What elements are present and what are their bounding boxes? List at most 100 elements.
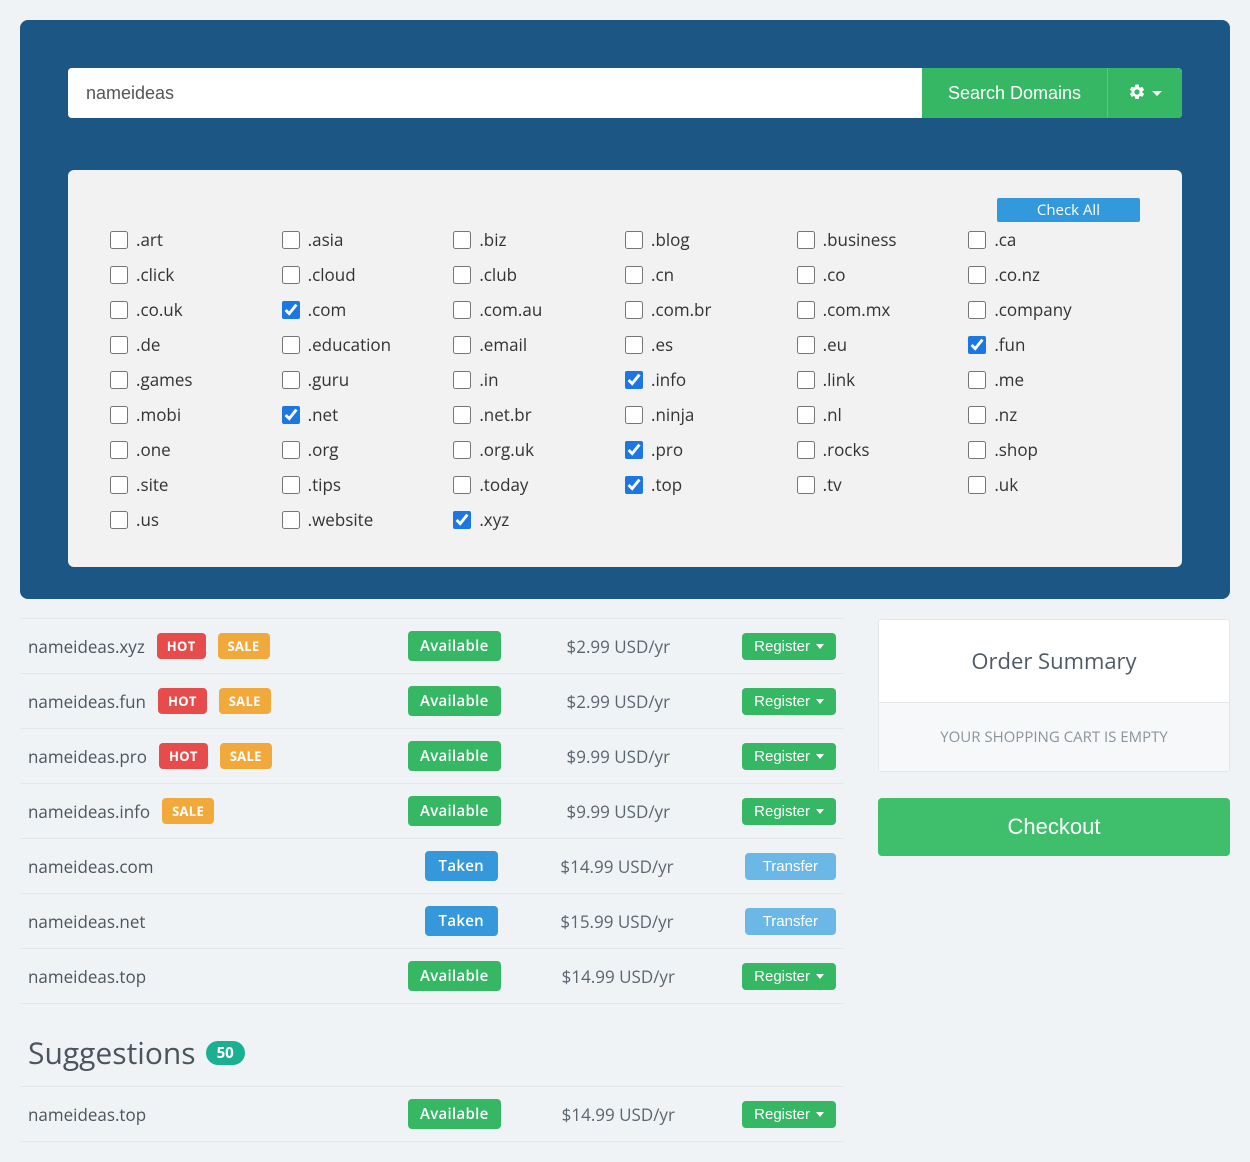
- tld-item[interactable]: .co: [797, 263, 969, 286]
- tld-checkbox[interactable]: [453, 511, 471, 529]
- tld-item[interactable]: .company: [968, 298, 1140, 321]
- tld-item[interactable]: .education: [282, 333, 454, 356]
- tld-checkbox[interactable]: [625, 266, 643, 284]
- tld-checkbox[interactable]: [968, 266, 986, 284]
- tld-item[interactable]: .ca: [968, 228, 1140, 251]
- tld-item[interactable]: .es: [625, 333, 797, 356]
- tld-item[interactable]: .fun: [968, 333, 1140, 356]
- tld-checkbox[interactable]: [797, 266, 815, 284]
- tld-item[interactable]: .business: [797, 228, 969, 251]
- tld-checkbox[interactable]: [453, 441, 471, 459]
- tld-item[interactable]: .nz: [968, 403, 1140, 426]
- tld-item[interactable]: .click: [110, 263, 282, 286]
- checkout-button[interactable]: Checkout: [878, 798, 1230, 856]
- tld-item[interactable]: .cn: [625, 263, 797, 286]
- tld-item[interactable]: .de: [110, 333, 282, 356]
- register-button[interactable]: Register: [742, 798, 836, 825]
- tld-item[interactable]: .info: [625, 368, 797, 391]
- tld-item[interactable]: .us: [110, 508, 282, 531]
- tld-checkbox[interactable]: [453, 301, 471, 319]
- tld-item[interactable]: .today: [453, 473, 625, 496]
- tld-item[interactable]: .blog: [625, 228, 797, 251]
- tld-checkbox[interactable]: [282, 231, 300, 249]
- tld-checkbox[interactable]: [797, 301, 815, 319]
- tld-checkbox[interactable]: [110, 301, 128, 319]
- tld-checkbox[interactable]: [453, 266, 471, 284]
- tld-item[interactable]: .xyz: [453, 508, 625, 531]
- check-all-button[interactable]: Check All: [997, 198, 1140, 222]
- tld-checkbox[interactable]: [282, 336, 300, 354]
- tld-item[interactable]: .rocks: [797, 438, 969, 461]
- tld-checkbox[interactable]: [282, 301, 300, 319]
- tld-checkbox[interactable]: [282, 266, 300, 284]
- tld-checkbox[interactable]: [453, 231, 471, 249]
- tld-checkbox[interactable]: [625, 231, 643, 249]
- tld-checkbox[interactable]: [625, 441, 643, 459]
- tld-item[interactable]: .email: [453, 333, 625, 356]
- tld-checkbox[interactable]: [282, 406, 300, 424]
- tld-checkbox[interactable]: [625, 371, 643, 389]
- tld-checkbox[interactable]: [282, 511, 300, 529]
- tld-checkbox[interactable]: [282, 476, 300, 494]
- tld-checkbox[interactable]: [110, 511, 128, 529]
- tld-checkbox[interactable]: [453, 476, 471, 494]
- tld-item[interactable]: .guru: [282, 368, 454, 391]
- tld-item[interactable]: .com.mx: [797, 298, 969, 321]
- tld-checkbox[interactable]: [110, 266, 128, 284]
- tld-checkbox[interactable]: [453, 371, 471, 389]
- tld-item[interactable]: .cloud: [282, 263, 454, 286]
- tld-checkbox[interactable]: [110, 406, 128, 424]
- register-button[interactable]: Register: [742, 633, 836, 660]
- tld-item[interactable]: .in: [453, 368, 625, 391]
- tld-checkbox[interactable]: [968, 231, 986, 249]
- tld-checkbox[interactable]: [968, 301, 986, 319]
- tld-item[interactable]: .pro: [625, 438, 797, 461]
- register-button[interactable]: Register: [742, 688, 836, 715]
- tld-item[interactable]: .nl: [797, 403, 969, 426]
- tld-checkbox[interactable]: [625, 336, 643, 354]
- tld-item[interactable]: .com: [282, 298, 454, 321]
- tld-checkbox[interactable]: [797, 441, 815, 459]
- search-domains-button[interactable]: Search Domains: [922, 68, 1107, 118]
- tld-checkbox[interactable]: [968, 371, 986, 389]
- tld-item[interactable]: .website: [282, 508, 454, 531]
- tld-checkbox[interactable]: [110, 231, 128, 249]
- tld-checkbox[interactable]: [453, 336, 471, 354]
- tld-checkbox[interactable]: [968, 406, 986, 424]
- tld-item[interactable]: .uk: [968, 473, 1140, 496]
- register-button[interactable]: Register: [742, 743, 836, 770]
- tld-checkbox[interactable]: [625, 301, 643, 319]
- tld-checkbox[interactable]: [797, 231, 815, 249]
- tld-item[interactable]: .tips: [282, 473, 454, 496]
- tld-item[interactable]: .club: [453, 263, 625, 286]
- tld-checkbox[interactable]: [968, 336, 986, 354]
- tld-item[interactable]: .art: [110, 228, 282, 251]
- tld-item[interactable]: .top: [625, 473, 797, 496]
- tld-checkbox[interactable]: [797, 406, 815, 424]
- tld-checkbox[interactable]: [282, 441, 300, 459]
- tld-item[interactable]: .net: [282, 403, 454, 426]
- tld-checkbox[interactable]: [968, 476, 986, 494]
- tld-item[interactable]: .com.br: [625, 298, 797, 321]
- tld-checkbox[interactable]: [797, 336, 815, 354]
- tld-item[interactable]: .one: [110, 438, 282, 461]
- tld-checkbox[interactable]: [797, 476, 815, 494]
- tld-checkbox[interactable]: [625, 406, 643, 424]
- tld-item[interactable]: .mobi: [110, 403, 282, 426]
- search-options-button[interactable]: [1107, 68, 1182, 118]
- tld-item[interactable]: .net.br: [453, 403, 625, 426]
- tld-checkbox[interactable]: [110, 371, 128, 389]
- tld-item[interactable]: .org: [282, 438, 454, 461]
- tld-item[interactable]: .co.nz: [968, 263, 1140, 286]
- tld-item[interactable]: .ninja: [625, 403, 797, 426]
- transfer-button[interactable]: Transfer: [745, 908, 836, 935]
- tld-item[interactable]: .me: [968, 368, 1140, 391]
- tld-item[interactable]: .asia: [282, 228, 454, 251]
- search-input[interactable]: [68, 68, 922, 118]
- tld-item[interactable]: .eu: [797, 333, 969, 356]
- tld-item[interactable]: .tv: [797, 473, 969, 496]
- tld-checkbox[interactable]: [968, 441, 986, 459]
- tld-item[interactable]: .com.au: [453, 298, 625, 321]
- tld-item[interactable]: .co.uk: [110, 298, 282, 321]
- tld-checkbox[interactable]: [797, 371, 815, 389]
